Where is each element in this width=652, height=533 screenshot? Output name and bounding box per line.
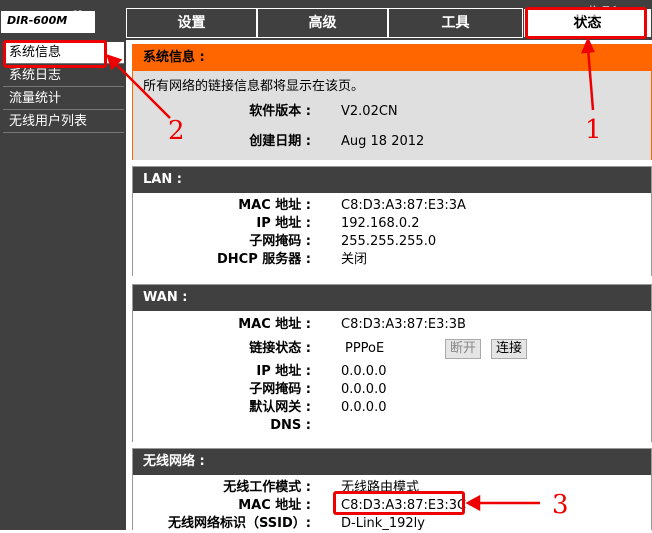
arrow-head-1 bbox=[581, 36, 595, 54]
annotation-arrows bbox=[106, 36, 595, 512]
annotation-number-3: 3 bbox=[552, 490, 569, 520]
arrow-line-2 bbox=[113, 61, 171, 119]
annotation-number-1: 1 bbox=[585, 115, 602, 145]
arrow-head-3 bbox=[465, 494, 481, 512]
annotation-number-2: 2 bbox=[168, 116, 185, 146]
arrow-line-1 bbox=[586, 47, 595, 111]
